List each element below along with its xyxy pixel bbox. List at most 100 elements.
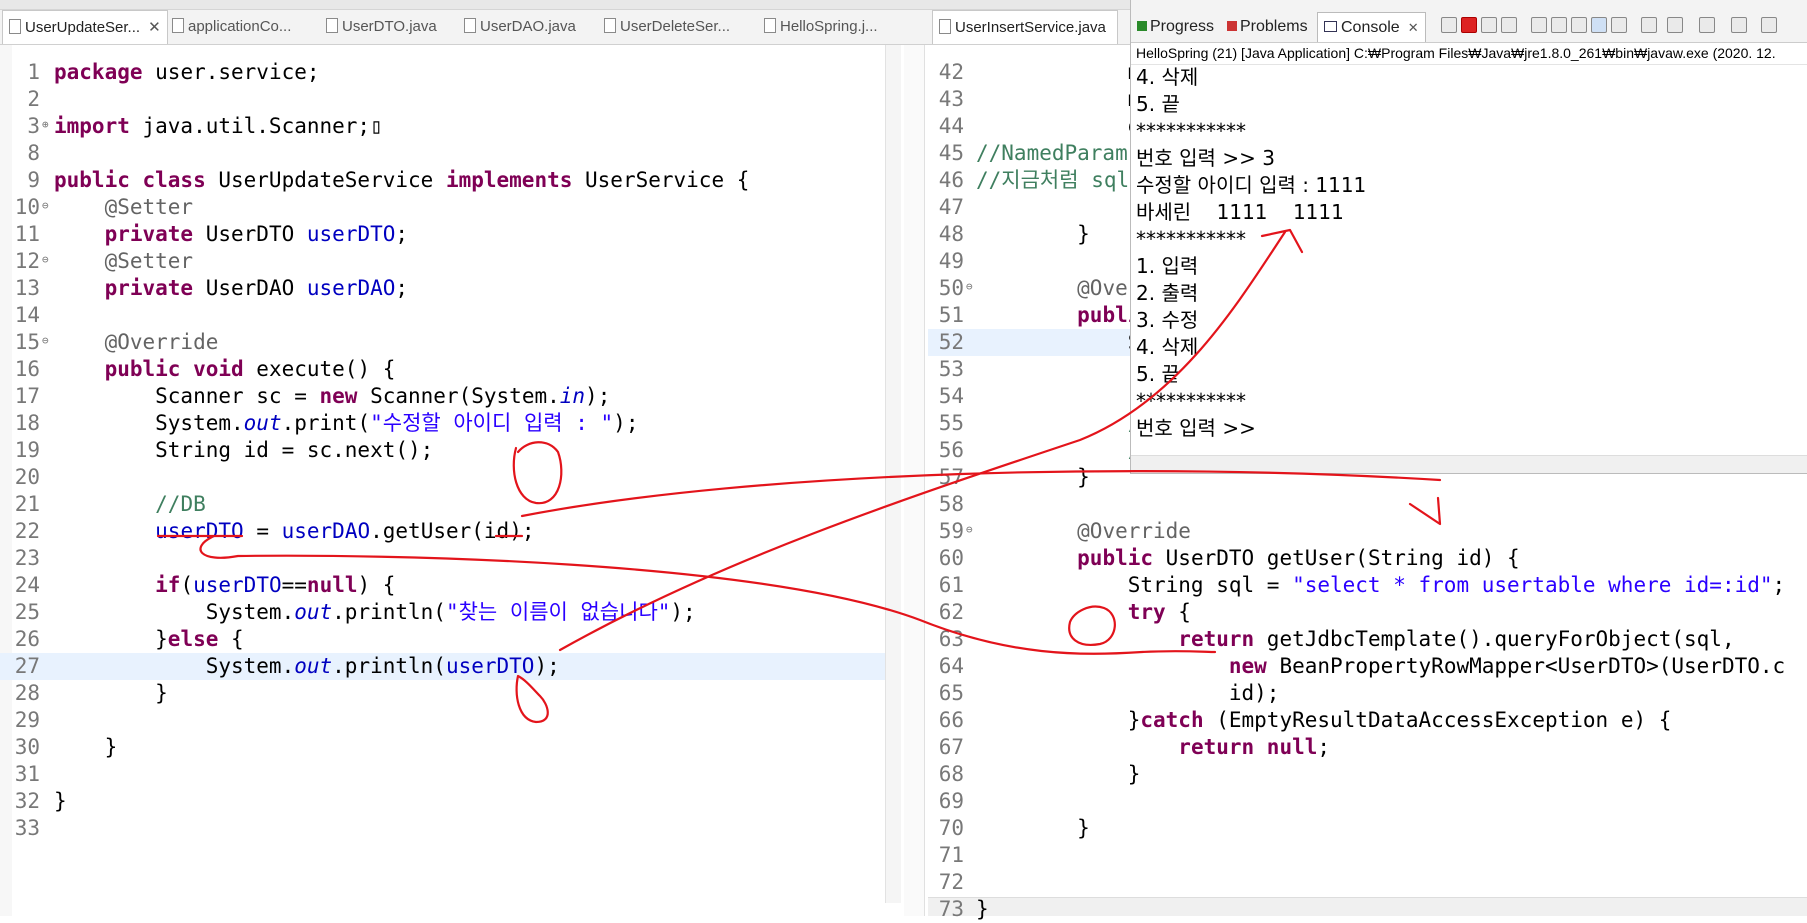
code-line[interactable]: 11 private UserDTO userDTO;: [0, 221, 900, 248]
tab-label: UserDTO.java: [342, 18, 437, 35]
code-line[interactable]: 19 String id = sc.next();: [0, 437, 900, 464]
code-line[interactable]: 64 new BeanPropertyRowMapper<UserDTO>(Us…: [928, 653, 1807, 680]
code-text: }else {: [54, 627, 244, 651]
line-number: 14: [14, 303, 40, 327]
code-line[interactable]: 66 }catch (EmptyResultDataAccessExceptio…: [928, 707, 1807, 734]
code-line[interactable]: 1 package user.service;: [0, 59, 900, 86]
code-text: //DB: [155, 492, 206, 516]
code-line[interactable]: 14: [0, 302, 900, 329]
open-console-icon[interactable]: [1699, 17, 1715, 33]
close-icon[interactable]: ✕: [1408, 20, 1419, 35]
code-text: Scanner sc = new Scanner(System.in);: [54, 384, 611, 408]
code-line[interactable]: 29: [0, 707, 900, 734]
expand-icon[interactable]: ⊕: [42, 111, 49, 138]
code-line[interactable]: 15 ⊖ @Override: [0, 329, 900, 356]
code-line[interactable]: 16 public void execute() {: [0, 356, 900, 383]
code-line[interactable]: 65 id);: [928, 680, 1807, 707]
remove-launch-icon[interactable]: [1481, 17, 1497, 33]
code-line[interactable]: 70 }: [928, 815, 1807, 842]
code-line[interactable]: 69: [928, 788, 1807, 815]
code-line[interactable]: 72: [928, 869, 1807, 896]
display-console-icon[interactable]: [1667, 17, 1683, 33]
tab-userdeleteservice[interactable]: UserDeleteSer...: [598, 10, 744, 43]
copy-icon[interactable]: [1531, 17, 1547, 33]
tab-progress[interactable]: Progress: [1137, 12, 1214, 41]
code-line[interactable]: 18 System.out.print("수정할 아이디 입력 : ");: [0, 410, 900, 437]
line-number: 56: [938, 438, 964, 462]
code-line[interactable]: 22 userDTO = userDAO.getUser(id);: [0, 518, 900, 545]
code-line[interactable]: 8: [0, 140, 900, 167]
code-line[interactable]: 73}: [928, 896, 1807, 923]
tab-applicationcontext[interactable]: applicationCo...: [166, 10, 302, 43]
remove-all-icon[interactable]: [1501, 17, 1517, 33]
code-line[interactable]: 30 }: [0, 734, 900, 761]
scroll-lock-icon[interactable]: [1571, 17, 1587, 33]
paste-icon[interactable]: [1551, 17, 1567, 33]
code-line[interactable]: 60 public UserDTO getUser(String id) {: [928, 545, 1807, 572]
show-stderr-icon[interactable]: [1641, 17, 1657, 33]
console-line: ***********: [1136, 227, 1246, 251]
code-line[interactable]: 63 return getJdbcTemplate().queryForObje…: [928, 626, 1807, 653]
code-line[interactable]: 9 public class UserUpdateService implemen…: [0, 167, 900, 194]
java-file-icon: [326, 18, 338, 33]
terminate-icon[interactable]: [1461, 17, 1477, 33]
code-line[interactable]: 13 private UserDAO userDAO;: [0, 275, 900, 302]
line-number: 8: [27, 141, 40, 165]
code-line[interactable]: 25 System.out.println("찾는 이름이 없습니다");: [0, 599, 900, 626]
code-line[interactable]: 61 String sql = "select * from usertable…: [928, 572, 1807, 599]
tab-userinsertservice[interactable]: UserInsertService.java: [932, 10, 1118, 44]
collapse-icon[interactable]: ⊖: [42, 192, 49, 219]
code-text: //지금처럼 sql-: [976, 168, 1142, 192]
code-line[interactable]: 2: [0, 86, 900, 113]
tab-userdao[interactable]: UserDAO.java: [458, 10, 582, 43]
code-text: public void execute() {: [104, 357, 396, 381]
line-number: 61: [938, 573, 964, 597]
code-line[interactable]: 68 }: [928, 761, 1807, 788]
collapse-icon[interactable]: ⊖: [42, 327, 49, 354]
console-hscroll[interactable]: [1131, 455, 1807, 473]
tab-problems[interactable]: Problems: [1227, 12, 1308, 41]
console-output[interactable]: 4. 삭제 5. 끝 *********** 번호 입력 >> 3 수정할 아이디 입력…: [1136, 64, 1366, 442]
tab-hellospring[interactable]: HelloSpring.j...: [758, 10, 892, 43]
code-line[interactable]: 24 if(userDTO==null) {: [0, 572, 900, 599]
left-editor-vscroll[interactable]: [885, 45, 901, 903]
code-line[interactable]: 32}: [0, 788, 900, 815]
code-line[interactable]: 27 System.out.println(userDTO);: [0, 653, 900, 680]
code-line[interactable]: 3 ⊕ import java.util.Scanner;▯: [0, 113, 900, 140]
tab-userdto[interactable]: UserDTO.java: [320, 10, 444, 43]
code-line[interactable]: 58: [928, 491, 1807, 518]
code-line[interactable]: 10 ⊖ @Setter: [0, 194, 900, 221]
code-line[interactable]: 17 Scanner sc = new Scanner(System.in);: [0, 383, 900, 410]
code-text: }: [976, 762, 1141, 786]
collapse-icon[interactable]: ⊖: [966, 273, 973, 300]
code-line[interactable]: 23: [0, 545, 900, 572]
line-number: 26: [14, 627, 40, 651]
code-line[interactable]: 26 }else {: [0, 626, 900, 653]
close-icon[interactable]: ✕: [148, 19, 161, 36]
code-line[interactable]: 12 ⊖ @Setter: [0, 248, 900, 275]
pin-icon[interactable]: [1441, 17, 1457, 33]
minimize-icon[interactable]: [1761, 17, 1777, 33]
code-line[interactable]: 31: [0, 761, 900, 788]
view-menu-icon[interactable]: [1731, 17, 1747, 33]
code-line[interactable]: 28 }: [0, 680, 900, 707]
code-line[interactable]: 67 return null;: [928, 734, 1807, 761]
code-line[interactable]: 33: [0, 815, 900, 842]
code-line[interactable]: 59 ⊖ @Override: [928, 518, 1807, 545]
code-line[interactable]: 71: [928, 842, 1807, 869]
left-code-editor[interactable]: 1 package user.service; 2 3 ⊕ import java.uti…: [0, 45, 900, 916]
tab-console[interactable]: Console ✕: [1317, 12, 1426, 42]
left-editor-tabbar: UserUpdateSer... ✕ applicationCo... UserD…: [0, 0, 928, 45]
tab-label: Problems: [1240, 18, 1308, 35]
word-wrap-icon[interactable]: [1591, 17, 1607, 33]
show-stdout-icon[interactable]: [1611, 17, 1627, 33]
code-line[interactable]: 62 try {: [928, 599, 1807, 626]
tab-label: applicationCo...: [188, 18, 292, 35]
code-text: //NamedParam: [976, 141, 1128, 165]
collapse-icon[interactable]: ⊖: [42, 246, 49, 273]
collapse-icon[interactable]: ⊖: [966, 516, 973, 543]
code-text: System.out.println(userDTO);: [54, 654, 560, 678]
code-line[interactable]: 20: [0, 464, 900, 491]
tab-userupdateservice[interactable]: UserUpdateSer... ✕: [2, 10, 168, 44]
code-line[interactable]: 21 //DB: [0, 491, 900, 518]
